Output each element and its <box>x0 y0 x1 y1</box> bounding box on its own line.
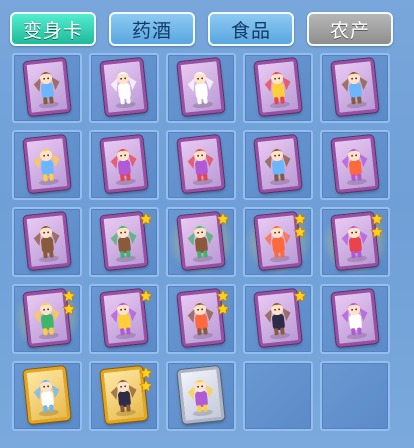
character-portrait-icon <box>110 303 137 340</box>
character-portrait-icon <box>33 72 60 109</box>
white-fairy-card <box>177 57 225 117</box>
inventory-slot[interactable] <box>320 207 390 277</box>
inventory-slot[interactable] <box>243 207 313 277</box>
star-icon <box>139 212 153 226</box>
character-portrait-icon <box>187 72 214 109</box>
star-icon <box>216 302 230 316</box>
inventory-slot[interactable] <box>166 207 236 277</box>
inventory-slot[interactable] <box>166 53 236 123</box>
star-icon <box>293 289 307 303</box>
star-icon <box>62 289 76 303</box>
empty-inventory-slot[interactable] <box>243 361 313 431</box>
star-icon <box>139 379 153 393</box>
character-portrait-icon <box>264 72 291 109</box>
character-portrait-icon <box>187 303 214 340</box>
character-portrait-icon <box>187 149 214 186</box>
white-fairy-card <box>100 57 148 117</box>
inventory-slot[interactable] <box>320 53 390 123</box>
inventory-slot[interactable] <box>12 130 82 200</box>
character-portrait-icon <box>110 380 137 417</box>
inventory-slot[interactable] <box>166 130 236 200</box>
star-icon <box>293 225 307 239</box>
character-portrait-icon <box>264 149 291 186</box>
inventory-slot[interactable] <box>89 207 159 277</box>
character-portrait-icon <box>33 303 60 340</box>
character-portrait-icon <box>341 303 368 340</box>
character-portrait-icon <box>264 226 291 263</box>
character-portrait-icon <box>187 226 214 263</box>
inventory-slot[interactable] <box>12 361 82 431</box>
red-hero-card <box>177 134 225 194</box>
character-portrait-icon <box>33 380 60 417</box>
inventory-slot[interactable] <box>12 284 82 354</box>
inventory-slot[interactable] <box>89 284 159 354</box>
blue-bear-card <box>331 134 379 194</box>
brown-warrior-card <box>254 57 302 117</box>
star-icon <box>293 212 307 226</box>
red-bird-card <box>23 134 71 194</box>
character-portrait-icon <box>341 72 368 109</box>
red-robot-card <box>23 57 71 117</box>
inventory-slot[interactable] <box>89 130 159 200</box>
star-icon <box>370 225 384 239</box>
inventory-slot[interactable] <box>320 130 390 200</box>
inventory-slot[interactable] <box>243 130 313 200</box>
character-portrait-icon <box>187 380 214 417</box>
empty-inventory-slot[interactable] <box>320 361 390 431</box>
character-portrait-icon <box>33 226 60 263</box>
character-portrait-icon <box>341 226 368 263</box>
golden-fairy-card <box>23 365 71 425</box>
star-icon <box>216 289 230 303</box>
star-icon <box>139 289 153 303</box>
red-hero-card <box>100 134 148 194</box>
purple-dancer-card <box>23 211 71 271</box>
green-monk-card <box>331 57 379 117</box>
purple-knight-card <box>177 365 225 425</box>
inventory-slot[interactable] <box>243 284 313 354</box>
character-portrait-icon <box>264 303 291 340</box>
character-portrait-icon <box>110 226 137 263</box>
star-icon <box>62 302 76 316</box>
inventory-slot[interactable] <box>166 361 236 431</box>
inventory-slot[interactable] <box>243 53 313 123</box>
inventory-slot[interactable] <box>89 53 159 123</box>
shadow-ninja-card <box>331 288 379 348</box>
character-portrait-icon <box>110 149 137 186</box>
inventory-grid <box>0 0 414 448</box>
inventory-slot[interactable] <box>12 53 82 123</box>
inventory-slot[interactable] <box>166 284 236 354</box>
winged-girl-card <box>254 134 302 194</box>
star-icon <box>216 212 230 226</box>
character-portrait-icon <box>341 149 368 186</box>
inventory-slot[interactable] <box>89 361 159 431</box>
star-icon <box>139 366 153 380</box>
star-icon <box>370 212 384 226</box>
inventory-slot[interactable] <box>320 284 390 354</box>
character-portrait-icon <box>110 72 137 109</box>
character-portrait-icon <box>33 149 60 186</box>
inventory-slot[interactable] <box>12 207 82 277</box>
